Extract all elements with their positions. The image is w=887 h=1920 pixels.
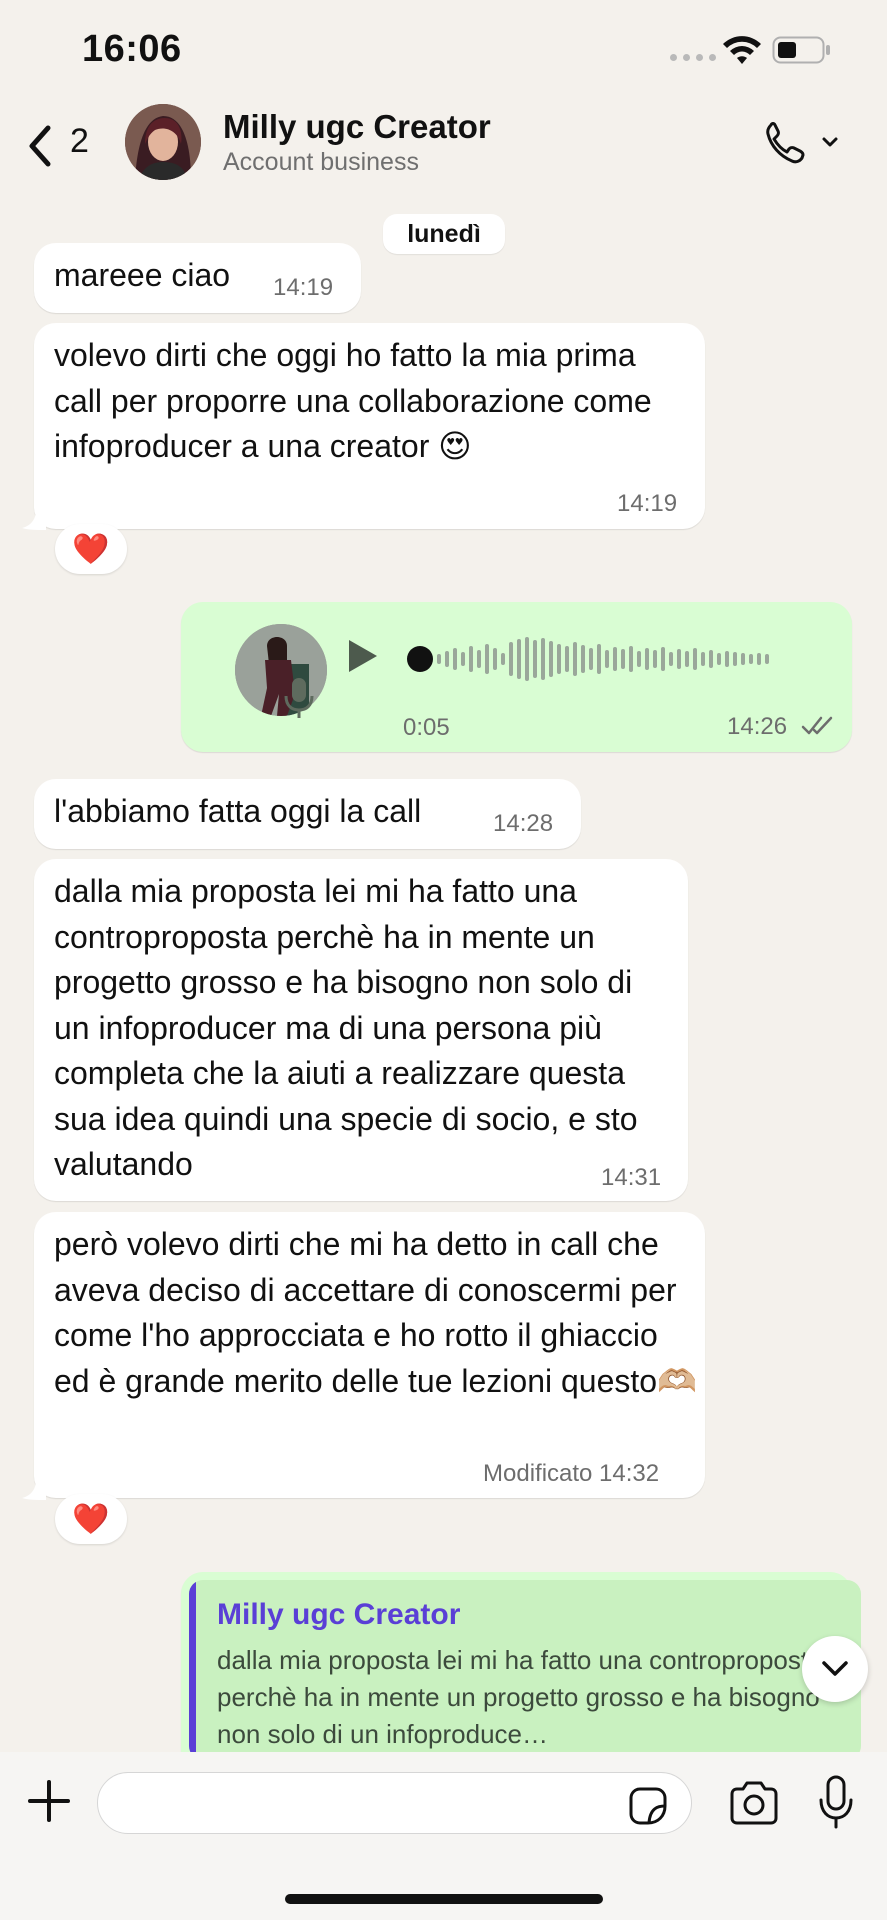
reaction-heart[interactable]: ❤️	[55, 524, 127, 574]
waveform-bar	[629, 646, 633, 672]
waveform-bar	[645, 648, 649, 670]
message-time: 14:26	[727, 713, 788, 740]
waveform-bar	[589, 648, 593, 670]
unread-count[interactable]: 2	[70, 122, 89, 161]
message-bubble-incoming[interactable]: mareee ciao 14:19	[34, 243, 361, 313]
waveform-bar	[485, 644, 489, 674]
voice-message-bubble[interactable]: 0:05 14:26	[181, 602, 852, 752]
waveform-bar	[461, 652, 465, 666]
message-text: dalla mia proposta lei mi ha fatto una c…	[54, 873, 638, 1182]
message-input[interactable]	[97, 1772, 692, 1834]
waveform-bar	[613, 647, 617, 671]
mic-icon[interactable]	[816, 1774, 856, 1830]
waveform-bar	[653, 650, 657, 668]
chat-header: 2 Milly ugc Creator Account business	[0, 100, 887, 210]
message-text: però volevo dirti che mi ha detto in cal…	[54, 1226, 697, 1399]
waveform-bar	[637, 651, 641, 667]
message-bubble-incoming[interactable]: l'abbiamo fatta oggi la call 14:28	[34, 779, 581, 849]
quote-accent-bar	[189, 1580, 196, 1760]
bubble-tail	[22, 1480, 46, 1500]
audio-waveform[interactable]	[437, 636, 769, 682]
waveform-bar	[525, 637, 529, 681]
voice-duration: 0:05	[403, 714, 450, 741]
date-separator: lunedì	[383, 214, 505, 254]
status-time: 16:06	[82, 28, 182, 70]
waveform-bar	[597, 644, 601, 674]
status-bar: 16:06	[0, 0, 887, 100]
message-text: mareee ciao	[54, 257, 231, 293]
camera-icon[interactable]	[728, 1780, 780, 1826]
phone-icon[interactable]	[762, 118, 842, 168]
sticker-icon[interactable]	[628, 1786, 668, 1826]
contact-subtitle: Account business	[223, 148, 419, 176]
message-bubble-incoming[interactable]: volevo dirti che oggi ho fatto la mia pr…	[34, 323, 705, 529]
waveform-bar	[437, 654, 441, 664]
bubble-tail	[22, 510, 46, 530]
read-receipt-icon	[801, 716, 833, 735]
waveform-scrubber[interactable]	[407, 646, 433, 672]
waveform-bar	[581, 645, 585, 673]
waveform-bar	[445, 651, 449, 667]
waveform-bar	[541, 638, 545, 680]
message-text: volevo dirti che oggi ho fatto la mia pr…	[54, 337, 652, 464]
waveform-bar	[741, 653, 745, 665]
scroll-to-bottom-button[interactable]	[802, 1636, 868, 1702]
message-time: 14:19	[617, 490, 678, 517]
waveform-bar	[565, 646, 569, 672]
waveform-bar	[725, 651, 729, 667]
waveform-bar	[685, 651, 689, 667]
quoted-message[interactable]: Milly ugc Creator dalla mia proposta lei…	[189, 1580, 861, 1760]
contact-name[interactable]: Milly ugc Creator	[223, 108, 491, 146]
waveform-bar	[765, 654, 769, 664]
waveform-bar	[517, 639, 521, 679]
waveform-bar	[661, 647, 665, 671]
message-text: l'abbiamo fatta oggi la call	[54, 793, 422, 829]
waveform-bar	[469, 646, 473, 672]
waveform-bar	[693, 648, 697, 670]
message-time: 14:28	[493, 810, 554, 837]
plus-icon[interactable]	[26, 1778, 72, 1824]
chevron-down-icon	[822, 137, 838, 147]
waveform-bar	[605, 650, 609, 668]
waveform-bar	[709, 650, 713, 668]
message-time: 14:19	[273, 274, 334, 301]
waveform-bar	[533, 640, 537, 678]
waveform-bar	[493, 648, 497, 670]
quote-text: dalla mia proposta lei mi ha fatto una c…	[217, 1645, 823, 1749]
waveform-bar	[477, 650, 481, 668]
waveform-bar	[453, 648, 457, 670]
waveform-bar	[573, 642, 577, 676]
message-composer	[0, 1752, 887, 1920]
message-bubble-incoming[interactable]: dalla mia proposta lei mi ha fatto una c…	[34, 859, 688, 1201]
waveform-bar	[733, 652, 737, 666]
mic-icon	[284, 678, 314, 718]
signal-icon	[670, 54, 716, 61]
waveform-bar	[701, 652, 705, 666]
waveform-bar	[549, 641, 553, 677]
play-icon[interactable]	[341, 636, 381, 676]
reply-message-bubble[interactable]: Milly ugc Creator dalla mia proposta lei…	[181, 1572, 861, 1760]
avatar[interactable]	[125, 104, 201, 180]
waveform-bar	[509, 642, 513, 676]
battery-icon	[772, 36, 830, 64]
waveform-bar	[757, 653, 761, 665]
message-time: 14:31	[601, 1164, 662, 1191]
waveform-bar	[677, 649, 681, 669]
wifi-icon	[723, 36, 761, 64]
waveform-bar	[669, 652, 673, 666]
waveform-bar	[749, 654, 753, 664]
waveform-bar	[557, 644, 561, 674]
quote-author: Milly ugc Creator	[217, 1598, 461, 1631]
back-chevron-icon[interactable]	[24, 122, 56, 170]
waveform-bar	[621, 649, 625, 669]
message-time: Modificato 14:32	[483, 1460, 660, 1487]
waveform-bar	[501, 653, 505, 665]
waveform-bar	[717, 653, 721, 665]
reaction-heart[interactable]: ❤️	[55, 1494, 127, 1544]
home-indicator	[285, 1894, 603, 1904]
message-bubble-incoming[interactable]: però volevo dirti che mi ha detto in cal…	[34, 1212, 705, 1498]
chevron-down-icon	[822, 1661, 848, 1676]
